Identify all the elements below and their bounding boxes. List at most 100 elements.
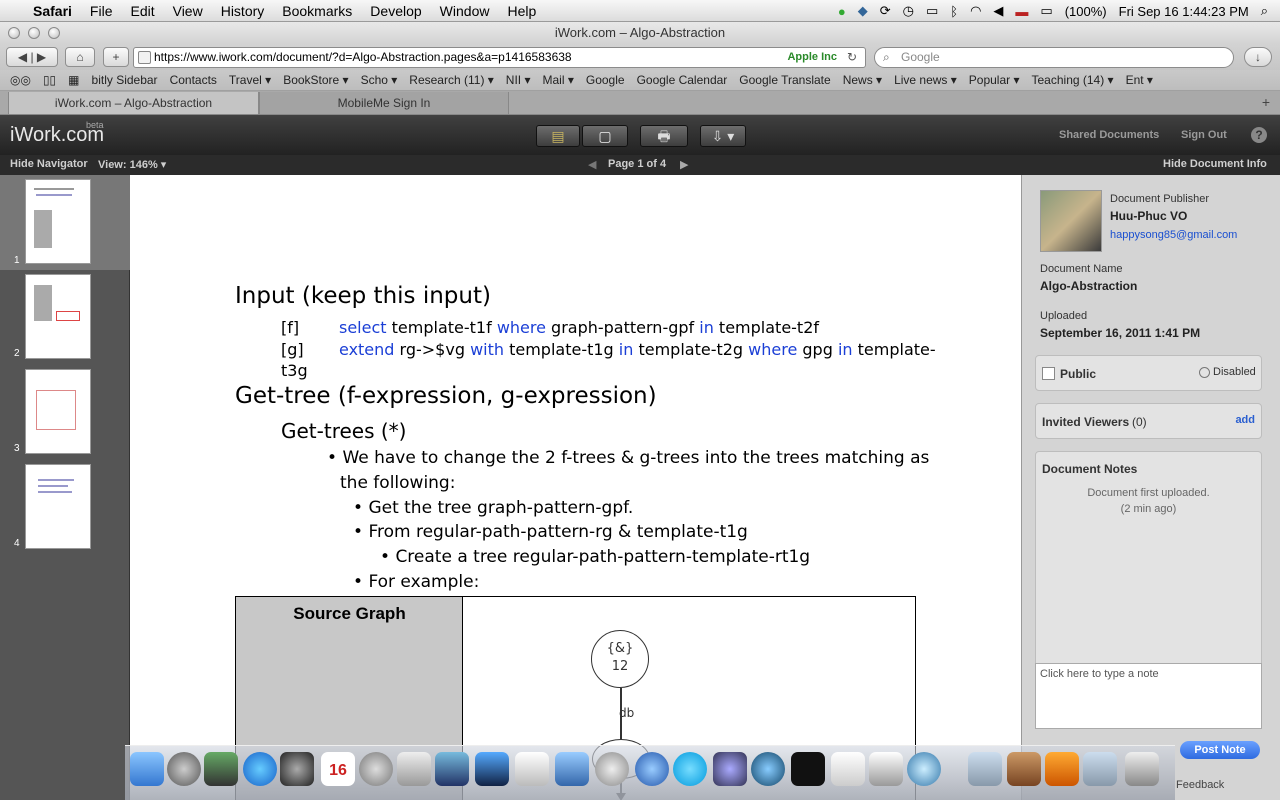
print-button[interactable]: 🖶: [640, 125, 688, 147]
parallels-icon[interactable]: [435, 752, 469, 786]
note-input[interactable]: Click here to type a note: [1035, 663, 1262, 729]
system-preferences-icon[interactable]: [359, 752, 393, 786]
publisher-email-link[interactable]: happysong85@gmail.com: [1110, 229, 1237, 241]
menu-bookmarks[interactable]: Bookmarks: [273, 0, 361, 22]
mail-icon[interactable]: [595, 752, 629, 786]
dashboard-icon[interactable]: [204, 752, 238, 786]
bookmark-item[interactable]: Mail ▾: [537, 73, 580, 87]
skype-icon[interactable]: [673, 752, 707, 786]
coffee-icon[interactable]: [869, 752, 903, 786]
bookmark-item[interactable]: Contacts: [164, 73, 223, 87]
photo-booth-icon[interactable]: [280, 752, 314, 786]
page-thumbnail-2[interactable]: [25, 274, 91, 359]
add-bookmark-button[interactable]: +: [103, 47, 129, 67]
bookmark-item[interactable]: Research (11) ▾: [403, 73, 500, 87]
zoom-window-button[interactable]: [48, 27, 60, 39]
page-thumbnail-4[interactable]: [25, 464, 91, 549]
page-thumbnail-3[interactable]: [25, 369, 91, 454]
view-button[interactable]: ▢: [582, 125, 628, 147]
download-menu-button[interactable]: ⇩ ▾: [700, 125, 746, 147]
new-tab-button[interactable]: +: [1262, 94, 1270, 110]
evernote-icon[interactable]: ●: [838, 4, 846, 19]
terminal-icon[interactable]: [791, 752, 825, 786]
volume-icon[interactable]: ◀: [993, 3, 1003, 19]
menu-history[interactable]: History: [212, 0, 274, 22]
vlc-icon[interactable]: [1045, 752, 1079, 786]
bookmark-item[interactable]: bitly Sidebar: [86, 73, 164, 87]
app-store-icon[interactable]: [243, 752, 277, 786]
battery-icon[interactable]: ▭: [1040, 3, 1052, 19]
share-button[interactable]: ⌂: [65, 47, 95, 67]
bookmark-item[interactable]: Scho ▾: [355, 73, 404, 87]
reload-icon[interactable]: ↻: [847, 48, 857, 67]
address-bar[interactable]: https://www.iwork.com/document/?d=Algo-A…: [133, 47, 866, 68]
feedback-link[interactable]: Feedback: [1176, 779, 1224, 791]
aperture-icon[interactable]: [713, 752, 747, 786]
time-machine-icon[interactable]: ◷: [903, 3, 914, 19]
top-sites-icon[interactable]: ▦: [62, 73, 85, 87]
help-icon[interactable]: ?: [1251, 127, 1267, 143]
bookmark-item[interactable]: Google Calendar: [631, 73, 734, 87]
close-window-button[interactable]: [8, 27, 20, 39]
post-note-button[interactable]: Post Note: [1180, 741, 1260, 759]
remote-desktop-icon[interactable]: [475, 752, 509, 786]
downloads-folder-icon[interactable]: [1083, 752, 1117, 786]
prev-page-icon[interactable]: ◀: [588, 158, 596, 171]
ichat-icon[interactable]: [635, 752, 669, 786]
menu-window[interactable]: Window: [431, 0, 499, 22]
spotlight-icon[interactable]: ⌕: [1261, 3, 1268, 19]
search-field[interactable]: ⌕ Google: [874, 47, 1234, 68]
bookmark-item[interactable]: Popular ▾: [963, 73, 1026, 87]
flag-icon[interactable]: ▬: [1015, 4, 1028, 19]
hide-navigator-button[interactable]: Hide Navigator: [10, 158, 88, 170]
zoom-select[interactable]: View: 146% ▾: [98, 158, 166, 171]
public-checkbox[interactable]: [1042, 367, 1055, 380]
reminders-icon[interactable]: [515, 752, 549, 786]
clock[interactable]: Fri Sep 16 1:44:23 PM: [1119, 4, 1249, 19]
network-app-icon[interactable]: [397, 752, 431, 786]
itunes-icon[interactable]: [751, 752, 785, 786]
bluetooth-icon[interactable]: ᛒ: [950, 4, 958, 19]
tab-mobileme[interactable]: MobileMe Sign In: [259, 92, 509, 114]
bookmark-item[interactable]: Teaching (14) ▾: [1026, 73, 1120, 87]
menu-help[interactable]: Help: [498, 0, 545, 22]
finder-icon[interactable]: [130, 752, 164, 786]
download-pages-button[interactable]: ▤: [536, 125, 580, 147]
bookmarks-book-icon[interactable]: ▯▯: [37, 73, 62, 87]
tab-iwork[interactable]: iWork.com – Algo-Abstraction: [8, 92, 259, 114]
dropbox-icon[interactable]: ◆: [858, 3, 868, 19]
sign-out-link[interactable]: Sign Out: [1181, 129, 1227, 141]
applications-folder-icon[interactable]: [968, 752, 1002, 786]
xcode-icon[interactable]: [555, 752, 589, 786]
add-viewer-link[interactable]: add: [1235, 414, 1255, 426]
next-page-icon[interactable]: ▶: [680, 158, 688, 171]
menu-view[interactable]: View: [164, 0, 212, 22]
back-forward-buttons[interactable]: ◀ | ▶: [6, 47, 58, 67]
calendar-icon[interactable]: 16: [321, 752, 355, 786]
wifi-icon[interactable]: ◠: [970, 3, 981, 19]
menu-file[interactable]: File: [81, 0, 122, 22]
sync-icon[interactable]: ⟳: [880, 3, 891, 19]
shared-documents-link[interactable]: Shared Documents: [1059, 129, 1159, 141]
preview-icon[interactable]: [831, 752, 865, 786]
bookmark-item[interactable]: Travel ▾: [223, 73, 277, 87]
menu-develop[interactable]: Develop: [361, 0, 430, 22]
trash-icon[interactable]: [1125, 752, 1159, 786]
documents-folder-icon[interactable]: [1007, 752, 1041, 786]
bookmark-item[interactable]: BookStore ▾: [277, 73, 354, 87]
bookmark-item[interactable]: News ▾: [837, 73, 888, 87]
bookmark-item[interactable]: NII ▾: [500, 73, 537, 87]
menu-app[interactable]: Safari: [24, 0, 81, 22]
reading-list-icon[interactable]: ◎◎: [0, 73, 37, 87]
downloads-button[interactable]: ↓: [1244, 47, 1272, 67]
minimize-window-button[interactable]: [28, 27, 40, 39]
safari-icon[interactable]: [907, 752, 941, 786]
bookmark-item[interactable]: Live news ▾: [888, 73, 963, 87]
bookmark-item[interactable]: Ent ▾: [1120, 73, 1159, 87]
hide-document-info-button[interactable]: Hide Document Info: [1163, 158, 1267, 170]
page-thumbnail-1[interactable]: [25, 179, 91, 264]
menu-edit[interactable]: Edit: [121, 0, 163, 22]
display-icon[interactable]: ▭: [926, 3, 938, 19]
launchpad-icon[interactable]: [167, 752, 201, 786]
bookmark-item[interactable]: Google: [580, 73, 631, 87]
